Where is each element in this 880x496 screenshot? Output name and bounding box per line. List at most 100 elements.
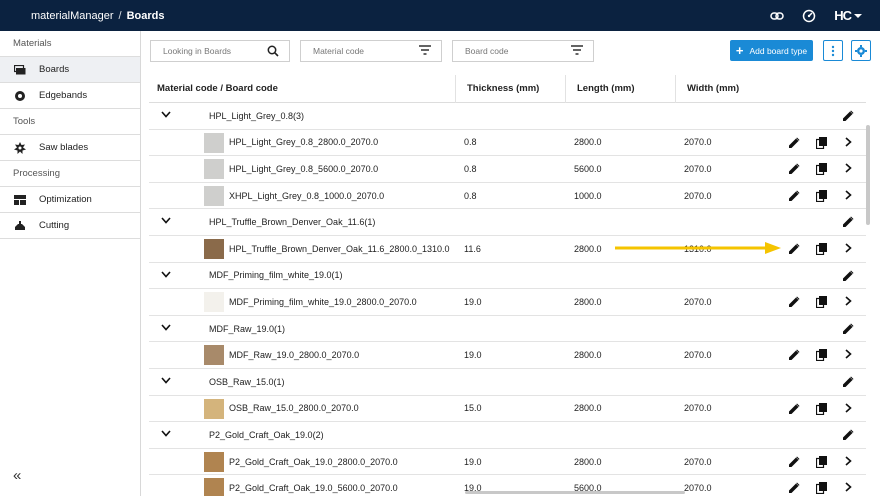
settings-button[interactable] (851, 40, 871, 61)
filter-icon[interactable] (419, 45, 431, 57)
open-details-button[interactable] (845, 163, 852, 175)
link-icon[interactable] (770, 11, 784, 21)
edit-group-button[interactable] (843, 270, 854, 283)
group-name: HPL_Light_Grey_0.8(3) (209, 110, 305, 121)
group-row[interactable]: HPL_Truffle_Brown_Denver_Oak_11.6(1) (149, 209, 866, 236)
chevron-down-icon[interactable] (161, 376, 171, 386)
column-header-width[interactable]: Width (mm) (676, 75, 786, 103)
gear-icon (855, 44, 867, 57)
edit-button[interactable] (789, 403, 800, 416)
sidebar: Materials Boards Edgebands Tools Saw bla… (0, 31, 141, 496)
chevron-down-icon[interactable] (161, 270, 171, 280)
annotation-arrow (615, 242, 781, 254)
copy-button[interactable] (815, 136, 827, 151)
copy-button[interactable] (815, 163, 827, 177)
copy-icon (815, 242, 827, 257)
chevron-down-icon[interactable] (161, 323, 171, 333)
edit-group-button[interactable] (843, 216, 854, 229)
edit-group-button[interactable] (843, 429, 854, 442)
edit-button[interactable] (789, 243, 800, 256)
more-options-button[interactable] (823, 40, 843, 61)
sidebar-item-edgebands[interactable]: Edgebands (0, 83, 140, 109)
group-name: HPL_Truffle_Brown_Denver_Oak_11.6(1) (209, 217, 376, 228)
plus-icon: + (735, 43, 744, 58)
edit-button[interactable] (789, 190, 800, 203)
top-bar: materialManager / Boards HC (0, 0, 880, 31)
copy-button[interactable] (815, 349, 827, 363)
table-row[interactable]: XHPL_Light_Grey_0.8_1000.0_2070.0 0.8 1000… (149, 183, 866, 210)
cutting-icon (13, 220, 26, 231)
sidebar-item-label: Edgebands (39, 90, 88, 101)
pencil-icon (789, 456, 800, 469)
copy-button[interactable] (815, 455, 827, 470)
edit-button[interactable] (789, 349, 800, 362)
copy-button[interactable] (815, 296, 827, 310)
kebab-menu-icon (831, 45, 835, 56)
group-row[interactable]: MDF_Raw_19.0(1) (149, 316, 866, 343)
sidebar-item-boards[interactable]: Boards (0, 57, 140, 83)
chevron-down-icon[interactable] (161, 110, 171, 120)
edit-button[interactable] (789, 456, 800, 469)
open-details-button[interactable] (845, 402, 852, 415)
open-details-button[interactable] (845, 136, 852, 149)
table-row[interactable]: MDF_Raw_19.0_2800.0_2070.0 19.0 2800.0 2070… (149, 342, 866, 369)
group-name: OSB_Raw_15.0(1) (209, 376, 285, 387)
copy-button[interactable] (815, 242, 827, 257)
board-code: OSB_Raw_15.0_2800.0_2070.0 (229, 403, 359, 414)
pencil-icon (789, 163, 800, 176)
table-row[interactable]: HPL_Light_Grey_0.8_5600.0_2070.0 0.8 5600.… (149, 156, 866, 183)
speedometer-icon[interactable] (802, 9, 816, 23)
open-details-button[interactable] (845, 349, 852, 361)
filter-icon[interactable] (571, 45, 583, 57)
boards-table: Material code / Board code Thickness (mm… (149, 75, 866, 496)
column-header-thickness[interactable]: Thickness (mm) (456, 75, 566, 103)
pencil-icon (789, 137, 800, 150)
chevron-right-icon (845, 402, 852, 415)
search-input[interactable]: Looking in Boards (150, 40, 290, 62)
thickness-value: 19.0 (464, 350, 482, 361)
table-row[interactable]: MDF_Priming_film_white_19.0_2800.0_2070.… (149, 289, 866, 316)
search-icon[interactable] (267, 45, 279, 59)
sidebar-item-optimization[interactable]: Optimization (0, 187, 140, 213)
open-details-button[interactable] (845, 243, 852, 255)
open-details-button[interactable] (845, 190, 852, 202)
board-code: HPL_Truffle_Brown_Denver_Oak_11.6_2800.0… (229, 243, 450, 254)
account-menu-icon[interactable]: HC (834, 8, 862, 23)
column-header-length[interactable]: Length (mm) (566, 75, 676, 103)
edit-button[interactable] (789, 163, 800, 176)
material-thumbnail (204, 159, 224, 180)
table-row[interactable]: P2_Gold_Craft_Oak_19.0_2800.0_2070.0 19.0… (149, 449, 866, 476)
sidebar-item-cutting[interactable]: Cutting (0, 213, 140, 239)
group-row[interactable]: MDF_Priming_film_white_19.0(1) (149, 263, 866, 290)
open-details-button[interactable] (845, 456, 852, 468)
material-code-filter[interactable]: Material code (300, 40, 442, 62)
group-row[interactable]: HPL_Light_Grey_0.8(3) (149, 103, 866, 130)
horizontal-scrollbar[interactable] (150, 489, 865, 495)
edit-group-button[interactable] (843, 323, 854, 336)
board-code-filter[interactable]: Board code (452, 40, 594, 62)
column-header-code[interactable]: Material code / Board code (149, 75, 456, 103)
chevron-down-icon[interactable] (161, 216, 171, 226)
thickness-value: 0.8 (464, 163, 477, 174)
collapse-sidebar-button[interactable]: « (13, 467, 21, 484)
group-row[interactable]: OSB_Raw_15.0(1) (149, 369, 866, 396)
edit-group-button[interactable] (843, 376, 854, 389)
app-name[interactable]: materialManager (31, 10, 114, 22)
table-row[interactable]: HPL_Light_Grey_0.8_2800.0_2070.0 0.8 2800.… (149, 130, 866, 157)
edit-button[interactable] (789, 296, 800, 309)
edit-button[interactable] (789, 137, 800, 150)
chevron-down-icon[interactable] (161, 429, 171, 439)
vertical-scrollbar[interactable] (866, 103, 872, 496)
table-row[interactable]: OSB_Raw_15.0_2800.0_2070.0 15.0 2800.0 2070… (149, 396, 866, 423)
group-row[interactable]: P2_Gold_Craft_Oak_19.0(2) (149, 422, 866, 449)
copy-button[interactable] (815, 402, 827, 417)
sidebar-item-saw-blades[interactable]: Saw blades (0, 135, 140, 161)
open-details-button[interactable] (845, 296, 852, 308)
copy-button[interactable] (815, 189, 827, 204)
width-value: 2070.0 (684, 137, 712, 148)
length-value: 2800.0 (574, 296, 602, 307)
add-board-type-button[interactable]: + Add board type (730, 40, 813, 61)
edit-group-button[interactable] (843, 110, 854, 123)
search-placeholder: Looking in Boards (163, 46, 232, 56)
copy-icon (815, 163, 827, 177)
